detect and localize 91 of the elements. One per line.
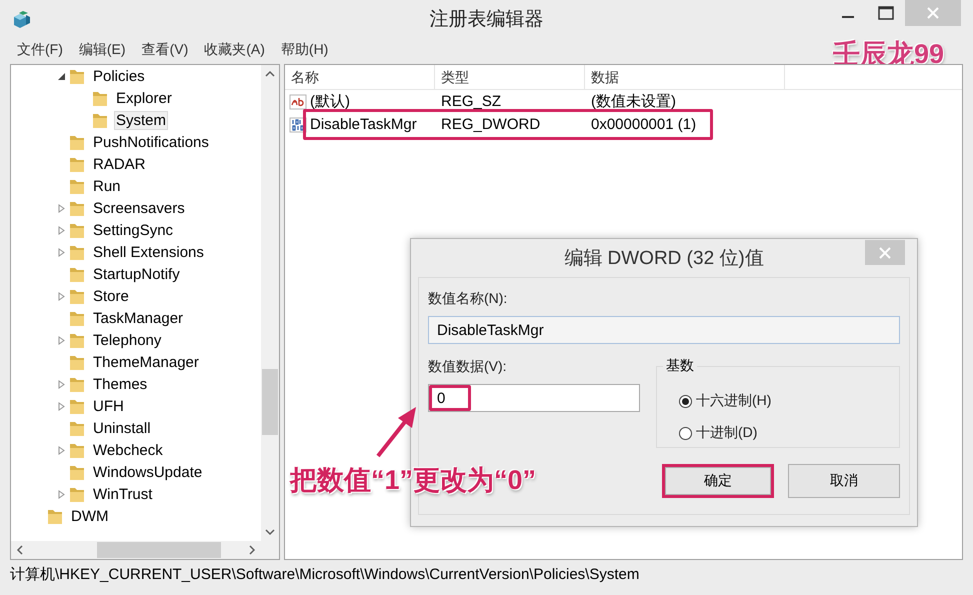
- field-label: 数值名称(N):: [428, 290, 508, 308]
- folder-icon: [69, 265, 85, 283]
- tree-item[interactable]: PushNotifications: [91, 132, 211, 152]
- close-icon: [927, 7, 939, 19]
- tree-item[interactable]: WindowsUpdate: [91, 462, 204, 482]
- dialog-title: 编辑 DWORD (32 位)值: [564, 247, 764, 271]
- tree-item[interactable]: StartupNotify: [91, 264, 182, 284]
- collapsed-caret-icon[interactable]: [56, 248, 66, 256]
- group-label: 基数: [663, 357, 697, 375]
- column-header[interactable]: 名称: [285, 65, 435, 89]
- column-header[interactable]: 类型: [435, 65, 585, 89]
- maximize-icon[interactable]: [878, 6, 894, 20]
- folder-icon: [69, 177, 85, 195]
- tree-item[interactable]: System: [114, 110, 168, 130]
- menu-item[interactable]: 查看(V): [140, 41, 190, 59]
- radio-option[interactable]: 十六进制(H): [679, 385, 772, 417]
- collapsed-caret-icon[interactable]: [56, 292, 66, 300]
- folder-icon: [69, 67, 85, 85]
- value-name-field[interactable]: DisableTaskMgr: [428, 316, 900, 344]
- menu-item[interactable]: 编辑(E): [78, 41, 127, 59]
- close-button[interactable]: [905, 0, 961, 26]
- tree-item[interactable]: TaskManager: [91, 308, 186, 328]
- folder-icon: [92, 89, 108, 107]
- tree-item[interactable]: Uninstall: [91, 418, 153, 438]
- value-type: REG_DWORD: [440, 116, 542, 133]
- expanded-caret-icon[interactable]: [56, 72, 66, 80]
- folder-icon: [69, 155, 85, 173]
- radio-option[interactable]: 十进制(D): [679, 417, 758, 449]
- tree-item[interactable]: Telephony: [91, 330, 164, 350]
- folder-icon: [69, 441, 85, 459]
- dialog-button[interactable]: 取消: [788, 464, 900, 498]
- collapsed-caret-icon[interactable]: [56, 204, 66, 212]
- scroll-thumb[interactable]: [262, 369, 278, 435]
- close-icon: [879, 246, 891, 258]
- field-label: 数值数据(V):: [428, 358, 508, 376]
- folder-icon: [69, 463, 85, 481]
- tree-item[interactable]: Webcheck: [91, 440, 165, 460]
- registry-cubes-icon: [12, 9, 32, 29]
- value-name[interactable]: DisableTaskMgr: [310, 116, 417, 133]
- value-data: 0x00000001 (1): [590, 116, 698, 133]
- value-name[interactable]: (默认): [310, 92, 350, 111]
- menu-item[interactable]: 文件(F): [16, 41, 64, 59]
- collapsed-caret-icon[interactable]: [56, 402, 66, 410]
- folder-icon: [69, 331, 85, 349]
- window-title: 注册表编辑器: [428, 8, 544, 32]
- folder-icon: [69, 397, 85, 415]
- menu-item[interactable]: 帮助(H): [280, 41, 330, 59]
- folder-icon: [69, 287, 85, 305]
- dialog-button[interactable]: 确定: [662, 464, 774, 498]
- folder-icon: [69, 353, 85, 371]
- folder-icon: [69, 375, 85, 393]
- status-path-text: 计算机\HKEY_CURRENT_USER\Software\Microsoft\Windows\CurrentVersion\Policies\System: [10, 564, 640, 584]
- value-data: (数值未设置): [590, 92, 677, 111]
- folder-icon: [69, 199, 85, 217]
- tree-item[interactable]: Run: [91, 176, 123, 196]
- tree-item[interactable]: WinTrust: [91, 484, 154, 504]
- horizontal-scrollbar[interactable]: [11, 541, 279, 559]
- folder-icon: [92, 111, 108, 129]
- annotation-caption: 把数值“1”更改为“0”: [290, 464, 536, 497]
- tree-item[interactable]: SettingSync: [91, 220, 176, 240]
- folder-icon: [69, 419, 85, 437]
- tree-item[interactable]: Themes: [91, 374, 150, 394]
- tree-item[interactable]: RADAR: [91, 154, 148, 174]
- close-button[interactable]: [865, 240, 905, 265]
- scroll-thumb[interactable]: [97, 542, 221, 558]
- vertical-scrollbar[interactable]: [261, 65, 279, 541]
- folder-icon: [69, 243, 85, 261]
- folder-icon: [47, 507, 63, 525]
- tree-item[interactable]: ThemeManager: [91, 352, 201, 372]
- folder-icon: [69, 221, 85, 239]
- tree-item[interactable]: Screensavers: [91, 198, 187, 218]
- folder-icon: [69, 133, 85, 151]
- tree-item[interactable]: Store: [91, 286, 131, 306]
- tree-item[interactable]: UFH: [91, 396, 126, 416]
- tree-item[interactable]: Explorer: [114, 88, 174, 108]
- string-value-icon: [289, 94, 307, 110]
- folder-icon: [69, 485, 85, 503]
- tree-item[interactable]: Policies: [91, 66, 147, 86]
- pointer-arrow: [376, 407, 416, 458]
- collapsed-caret-icon[interactable]: [56, 336, 66, 344]
- value-type: REG_SZ: [440, 93, 502, 110]
- menu-item[interactable]: 收藏夹(A): [203, 41, 266, 59]
- collapsed-caret-icon[interactable]: [56, 226, 66, 234]
- collapsed-caret-icon[interactable]: [56, 446, 66, 454]
- collapsed-caret-icon[interactable]: [56, 380, 66, 388]
- folder-icon: [69, 309, 85, 327]
- value-data-field[interactable]: 0: [428, 384, 640, 412]
- collapsed-caret-icon[interactable]: [56, 490, 66, 498]
- tree-item[interactable]: Shell Extensions: [91, 242, 206, 262]
- tree-item[interactable]: DWM: [69, 506, 110, 526]
- column-header[interactable]: 数据: [585, 65, 785, 89]
